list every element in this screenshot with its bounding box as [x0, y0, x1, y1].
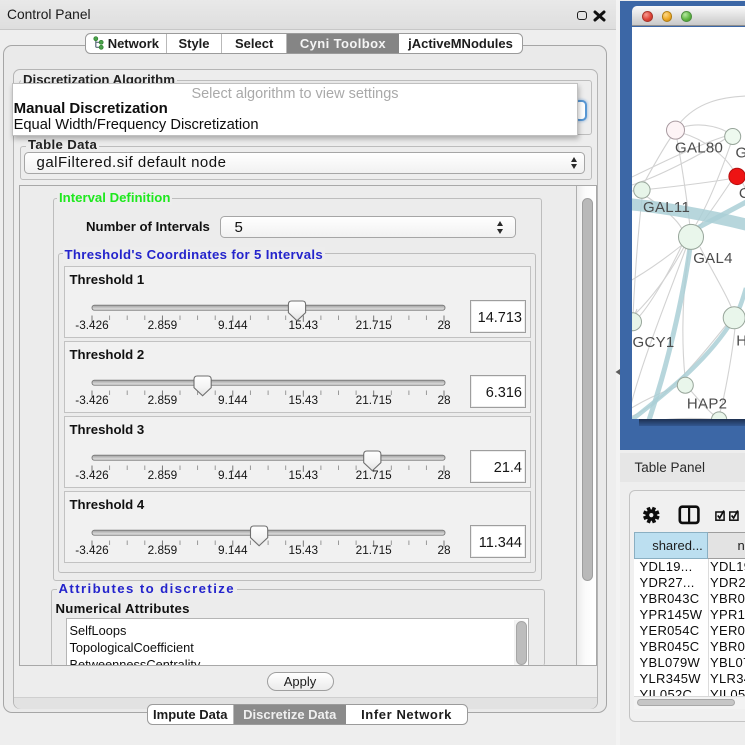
svg-text:2.859: 2.859 [148, 393, 178, 407]
svg-text:21.715: 21.715 [356, 318, 393, 332]
svg-text:-3.426: -3.426 [75, 393, 109, 407]
svg-text:2.859: 2.859 [148, 468, 178, 482]
svg-text:15.43: 15.43 [289, 318, 319, 332]
svg-text:GCY1: GCY1 [632, 334, 674, 351]
svg-text:2.859: 2.859 [148, 543, 178, 557]
svg-text:GAL4: GAL4 [693, 250, 733, 267]
svg-text:-3.426: -3.426 [75, 543, 109, 557]
svg-text:28: 28 [437, 318, 451, 332]
svg-text:9.144: 9.144 [218, 468, 248, 482]
svg-text:21.715: 21.715 [356, 543, 393, 557]
svg-text:9.144: 9.144 [218, 318, 248, 332]
svg-text:-3.426: -3.426 [75, 468, 109, 482]
svg-text:15.43: 15.43 [289, 393, 319, 407]
svg-text:GAL80: GAL80 [675, 139, 723, 156]
svg-text:15.43: 15.43 [289, 543, 319, 557]
svg-text:28: 28 [437, 468, 451, 482]
svg-text:9.144: 9.144 [218, 393, 248, 407]
svg-text:28: 28 [437, 393, 451, 407]
svg-text:2.859: 2.859 [148, 318, 178, 332]
svg-text:GAL: GAL [735, 144, 745, 161]
svg-text:21.715: 21.715 [356, 468, 393, 482]
svg-text:15.43: 15.43 [289, 468, 319, 482]
svg-text:-3.426: -3.426 [75, 318, 109, 332]
svg-text:HAP2: HAP2 [686, 395, 726, 412]
svg-text:28: 28 [437, 543, 451, 557]
svg-text:21.715: 21.715 [356, 393, 393, 407]
svg-text:CY: CY [738, 185, 745, 202]
svg-text:GAL11: GAL11 [643, 198, 690, 215]
svg-text:9.144: 9.144 [218, 543, 248, 557]
svg-text:HA: HA [736, 332, 745, 349]
